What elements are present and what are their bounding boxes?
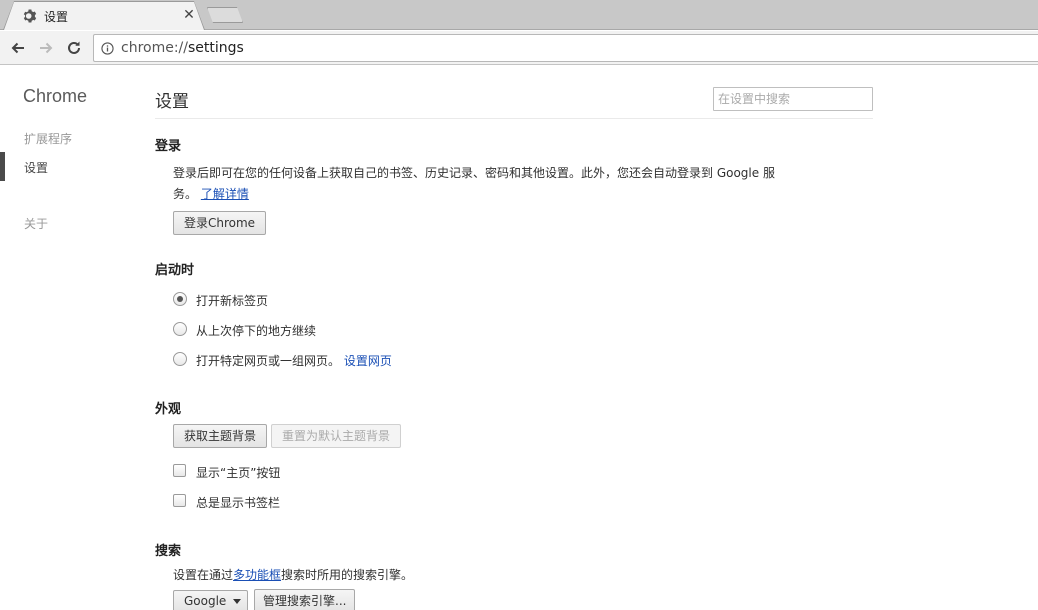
signin-description-line1: 登录后即可在您的任何设备上获取自己的书签、历史记录、密码和其他设置。此外，您还会… [173, 166, 775, 180]
reload-button[interactable] [62, 36, 86, 60]
arrow-right-icon [40, 42, 53, 54]
set-pages-link[interactable]: 设置网页 [344, 354, 392, 368]
section-heading-appearance: 外观 [155, 402, 182, 417]
forward-button[interactable] [34, 36, 58, 60]
search-description: 设置在通过多功能框搜索时所用的搜索引擎。 [173, 566, 413, 583]
omnibox-link[interactable]: 多功能框 [233, 568, 281, 582]
manage-search-engines-button[interactable]: 管理搜索引擎... [254, 589, 356, 610]
section-heading-startup: 启动时 [155, 263, 195, 278]
checkbox-label: 显示“主页”按钮 [196, 466, 281, 480]
url-text: chrome://settings [121, 40, 244, 56]
search-engine-value: Google [184, 594, 227, 608]
startup-radio-continue[interactable] [173, 322, 187, 336]
arrow-left-icon [11, 42, 24, 54]
sidebar-item-about[interactable]: 关于 [24, 215, 48, 232]
signin-description-line2: 务。 了解详情 [173, 185, 249, 202]
tab-settings[interactable]: 设置 ✕ [4, 2, 204, 30]
sidebar-item-settings[interactable]: 设置 [24, 159, 48, 176]
learn-more-link[interactable]: 了解详情 [201, 187, 249, 201]
sidebar-brand: Chrome [23, 86, 88, 106]
toolbar: chrome://settings [0, 31, 1038, 65]
reload-icon [68, 41, 80, 54]
new-tab-button[interactable] [207, 7, 243, 23]
back-button[interactable] [6, 36, 30, 60]
checkbox-label: 总是显示书签栏 [196, 496, 281, 510]
section-heading-signin: 登录 [155, 139, 182, 154]
signin-button[interactable]: 登录Chrome [173, 211, 267, 235]
show-home-button-checkbox[interactable] [173, 464, 186, 477]
startup-option-label: 打开新标签页 [196, 294, 269, 308]
divider [155, 118, 873, 119]
startup-radio-specific[interactable] [173, 352, 187, 366]
chevron-down-icon [233, 599, 241, 604]
section-heading-search: 搜索 [155, 544, 182, 559]
search-description-text: 搜索时所用的搜索引擎。 [281, 568, 414, 582]
sidebar-item-extensions[interactable]: 扩展程序 [24, 130, 72, 147]
url-scheme: chrome:// [121, 40, 188, 56]
show-bookmarks-bar-checkbox[interactable] [173, 494, 186, 507]
search-input[interactable] [713, 87, 873, 111]
reset-theme-button[interactable]: 重置为默认主题背景 [271, 424, 402, 448]
startup-option-label: 打开特定网页或一组网页。 设置网页 [196, 352, 392, 369]
page-title: 设置 [155, 92, 189, 112]
info-icon[interactable] [101, 42, 114, 55]
gear-icon [23, 9, 37, 23]
url-host: settings [188, 40, 244, 56]
search-engine-select[interactable]: Google [173, 590, 248, 610]
address-bar[interactable]: chrome://settings [93, 34, 1038, 62]
close-icon[interactable]: ✕ [181, 6, 197, 24]
search-description-text: 设置在通过 [173, 568, 234, 582]
startup-option-label: 从上次停下的地方继续 [196, 324, 317, 338]
signin-description-text: 务。 [173, 187, 198, 201]
startup-radio-newtab[interactable] [173, 292, 187, 306]
tab-title: 设置 [44, 10, 69, 24]
startup-option-text: 打开特定网页或一组网页。 [196, 354, 341, 368]
sidebar-active-marker [0, 152, 5, 181]
get-themes-button[interactable]: 获取主题背景 [173, 424, 268, 448]
tab-strip: 设置 ✕ [0, 0, 1038, 30]
